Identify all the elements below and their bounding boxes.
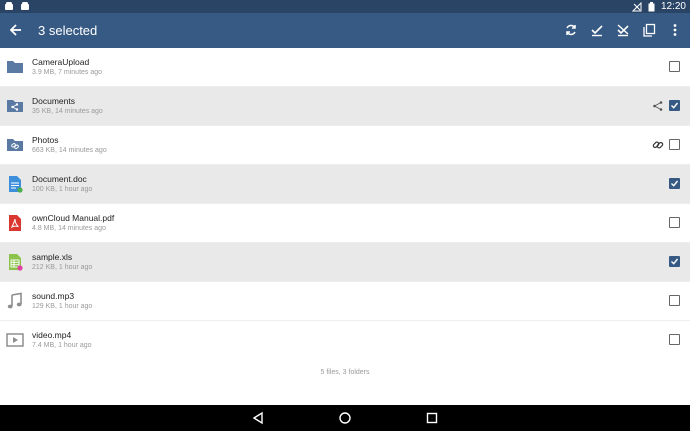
copy-icon (643, 23, 656, 37)
file-name: ownCloud Manual.pdf (32, 213, 115, 223)
xls-icon (9, 254, 23, 271)
list-item[interactable]: video.mp4 7.4 MB, 1 hour ago (0, 321, 690, 359)
file-name: CameraUpload (32, 57, 90, 67)
select-checkbox[interactable] (669, 100, 680, 111)
video-icon (6, 333, 24, 347)
android-icon (4, 1, 14, 11)
folder-icon (7, 61, 23, 73)
sync-icon (566, 24, 576, 36)
select-checkbox[interactable] (669, 178, 680, 189)
back-nav-icon[interactable] (251, 411, 265, 425)
back-button[interactable] (6, 20, 26, 40)
select-checkbox[interactable] (669, 295, 680, 306)
file-meta: 35 KB, 14 minutes ago (32, 108, 103, 115)
list-item[interactable]: CameraUpload 3.9 MB, 7 minutes ago (0, 48, 690, 87)
file-list: CameraUpload 3.9 MB, 7 minutes ago Docum… (0, 48, 690, 359)
file-meta: 129 KB, 1 hour ago (32, 303, 93, 310)
sync-button[interactable] (560, 19, 582, 41)
android-icon (20, 1, 30, 11)
list-item[interactable]: Document.doc 100 KB, 1 hour ago (0, 165, 690, 204)
more-icon (673, 24, 677, 36)
file-meta: 3.9 MB, 7 minutes ago (32, 69, 103, 76)
link-icon[interactable] (652, 139, 664, 151)
status-bar: 12:20 (0, 0, 690, 13)
deselect-button[interactable] (612, 19, 634, 41)
home-nav-icon[interactable] (338, 411, 352, 425)
select-checkbox[interactable] (669, 217, 680, 228)
check-icon (671, 180, 679, 187)
file-name: Documents (32, 96, 75, 106)
file-count-footer: 5 files, 3 folders (320, 369, 370, 376)
share-icon[interactable] (652, 100, 664, 112)
file-name: video.mp4 (32, 330, 72, 340)
pdf-icon (9, 215, 21, 231)
file-name: sample.xls (32, 252, 73, 262)
battery-icon (648, 1, 655, 12)
select-checkbox[interactable] (669, 61, 680, 72)
select-checkbox[interactable] (669, 139, 680, 150)
link-folder-icon (7, 139, 23, 151)
select-all-icon (591, 25, 603, 37)
more-button[interactable] (664, 19, 686, 41)
no-signal-icon (631, 1, 642, 12)
file-name: Document.doc (32, 174, 87, 184)
status-time: 12:20 (660, 1, 686, 12)
app-bar: 3 selected (0, 13, 690, 48)
arrow-left-icon (9, 24, 21, 36)
file-meta: 7.4 MB, 1 hour ago (32, 342, 92, 349)
page-title: 3 selected (38, 23, 98, 38)
navigation-bar (0, 405, 690, 431)
list-item[interactable]: sound.mp3 129 KB, 1 hour ago (0, 282, 690, 321)
check-icon (671, 258, 679, 265)
file-meta: 100 KB, 1 hour ago (32, 186, 93, 193)
recents-nav-icon[interactable] (425, 411, 439, 425)
file-meta: 212 KB, 1 hour ago (32, 264, 93, 271)
list-item[interactable]: Photos 663 KB, 14 minutes ago (0, 126, 690, 165)
copy-button[interactable] (638, 19, 660, 41)
select-all-button[interactable] (586, 19, 608, 41)
deselect-icon (617, 24, 629, 37)
list-item[interactable]: Documents 35 KB, 14 minutes ago (0, 87, 690, 126)
doc-icon (9, 176, 23, 193)
list-item[interactable]: sample.xls 212 KB, 1 hour ago (0, 243, 690, 282)
file-meta: 4.8 MB, 14 minutes ago (32, 225, 106, 232)
select-checkbox[interactable] (669, 256, 680, 267)
file-name: Photos (32, 135, 59, 145)
list-item[interactable]: ownCloud Manual.pdf 4.8 MB, 14 minutes a… (0, 204, 690, 243)
file-name: sound.mp3 (32, 291, 75, 301)
file-meta: 663 KB, 14 minutes ago (32, 147, 107, 154)
audio-icon (7, 292, 22, 309)
select-checkbox[interactable] (669, 334, 680, 345)
check-icon (671, 102, 679, 109)
shared-folder-icon (7, 100, 23, 112)
